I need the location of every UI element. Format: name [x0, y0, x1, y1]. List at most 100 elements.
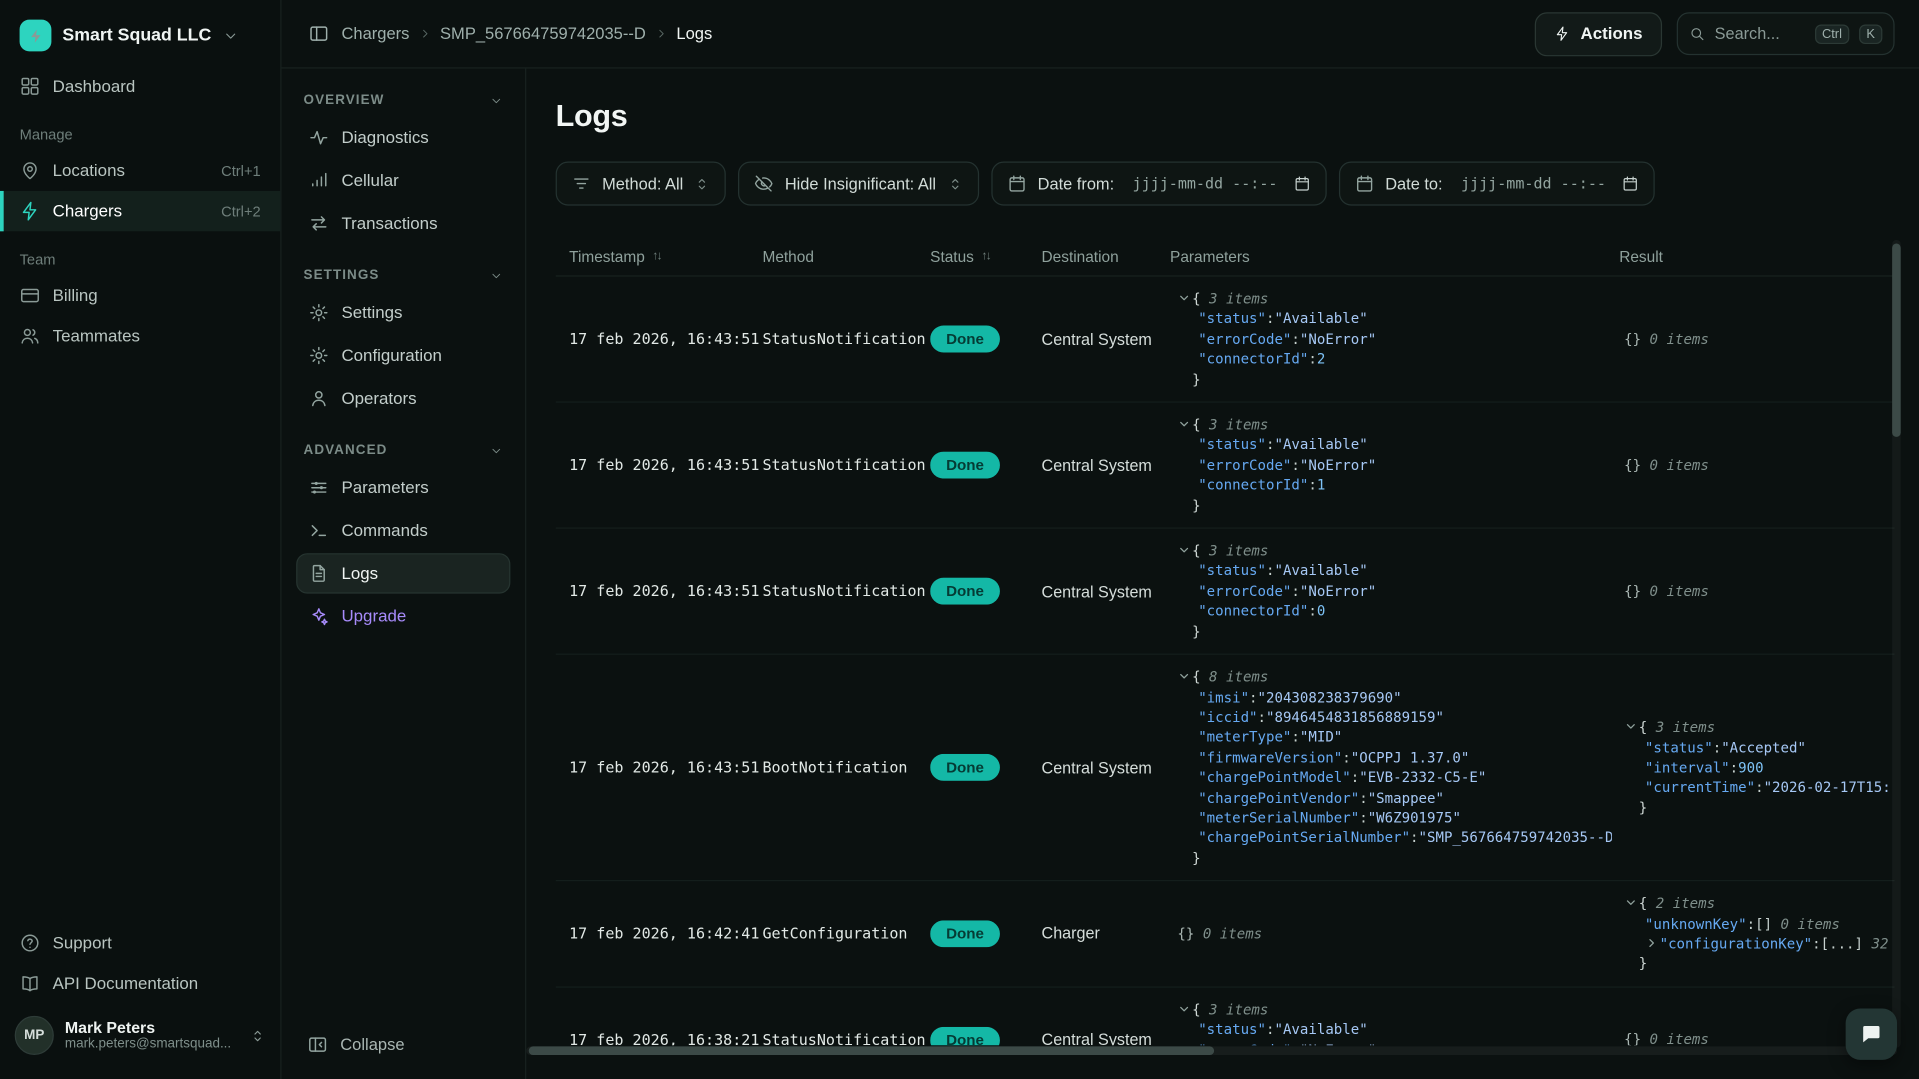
collapse-sidebar-button[interactable]: Collapse [296, 1024, 510, 1064]
chat-launcher-button[interactable] [1846, 1008, 1897, 1059]
json-empty: {} 0 items [1624, 329, 1890, 349]
log-row[interactable]: 17 feb 2026, 16:43:51StatusNotificationD… [556, 529, 1895, 655]
sidebar-item-configuration[interactable]: Configuration [296, 335, 510, 375]
sidebar-item-settings[interactable]: Settings [296, 293, 510, 333]
kbd-k: K [1859, 24, 1882, 44]
sidebar-item-parameters[interactable]: Parameters [296, 468, 510, 508]
method-filter[interactable]: Method: All [556, 162, 726, 206]
actions-button[interactable]: Actions [1535, 12, 1662, 56]
signal-icon [308, 170, 329, 191]
column-label: Parameters [1170, 248, 1250, 265]
collapse-caret-icon[interactable] [1177, 291, 1190, 304]
sidebar-footer: Support API Documentation MP Mark Peters… [0, 923, 280, 1079]
json-tree: { 8 items"imsi":"204308238379690""iccid"… [1177, 667, 1611, 868]
horizontal-scrollbar [526, 1046, 1897, 1055]
calendar-picker-icon[interactable] [1622, 175, 1639, 192]
log-row[interactable]: 17 feb 2026, 16:43:51StatusNotificationD… [556, 403, 1895, 529]
charger-bolt-icon [20, 201, 41, 222]
collapse-caret-icon[interactable] [1177, 670, 1190, 683]
breadcrumb-charger-id[interactable]: SMP_567664759742035--D [440, 24, 646, 42]
section-header-overview[interactable]: OVERVIEW [296, 88, 510, 117]
sort-icon[interactable]: ↑↓ [981, 250, 990, 263]
log-result: { 3 items"status":"Accepted""interval":9… [1619, 705, 1894, 830]
section-label: OVERVIEW [304, 93, 385, 108]
eye-off-icon [754, 174, 774, 194]
sidebar-item-chargers[interactable]: Chargers Ctrl+2 [0, 191, 280, 231]
log-timestamp: 17 feb 2026, 16:43:51 [569, 759, 762, 776]
log-row[interactable]: 17 feb 2026, 16:38:21StatusNotificationD… [556, 987, 1895, 1045]
sidebar-item-diagnostics[interactable]: Diagnostics [296, 117, 510, 157]
section-header-advanced[interactable]: ADVANCED [296, 438, 510, 467]
section-header-settings[interactable]: SETTINGS [296, 263, 510, 292]
app-root: Smart Squad LLC Dashboard Manage Locatio… [0, 0, 1919, 1079]
search-input[interactable] [1715, 24, 1805, 42]
log-parameters: {} 0 items [1170, 912, 1619, 957]
log-method: StatusNotification [762, 583, 930, 600]
date-from-input[interactable]: jjjj-mm-dd --:-- [1133, 175, 1278, 192]
search-box[interactable]: Ctrl K [1677, 12, 1895, 55]
configuration-gear-icon [308, 345, 329, 366]
calendar-picker-icon[interactable] [1293, 175, 1310, 192]
log-method: StatusNotification [762, 330, 930, 347]
expand-caret-icon[interactable] [1645, 936, 1658, 949]
date-to-filter[interactable]: Date to: jjjj-mm-dd --:-- [1339, 162, 1655, 206]
panel-toggle-icon [308, 23, 329, 44]
hide-insignificant-label: Hide Insignificant: All [785, 174, 936, 192]
log-timestamp: 17 feb 2026, 16:43:51 [569, 457, 762, 474]
date-from-filter[interactable]: Date from: jjjj-mm-dd --:-- [991, 162, 1326, 206]
method-filter-label: Method: All [602, 174, 683, 192]
sort-icon[interactable]: ↑↓ [652, 250, 661, 263]
hide-insignificant-filter[interactable]: Hide Insignificant: All [738, 162, 979, 206]
log-row[interactable]: 17 feb 2026, 16:42:41GetConfigurationDon… [556, 881, 1895, 987]
breadcrumb: Chargers SMP_567664759742035--D Logs [341, 24, 712, 42]
date-to-input[interactable]: jjjj-mm-dd --:-- [1461, 175, 1606, 192]
sidebar-item-label: Cellular [341, 171, 398, 189]
collapse-caret-icon[interactable] [1624, 896, 1637, 909]
user-menu[interactable]: MP Mark Peters mark.peters@smartsquad... [0, 1004, 280, 1070]
org-switcher[interactable]: Smart Squad LLC [0, 7, 280, 66]
kbd-ctrl: Ctrl [1815, 24, 1850, 44]
user-meta: Mark Peters mark.peters@smartsquad... [65, 1018, 231, 1053]
sidebar-toggle-button[interactable] [308, 23, 329, 44]
sidebar-item-api-documentation[interactable]: API Documentation [0, 963, 280, 1003]
collapse-caret-icon[interactable] [1177, 1002, 1190, 1015]
col-status[interactable]: Status ↑↓ [930, 248, 1041, 265]
sidebar-item-locations[interactable]: Locations Ctrl+1 [0, 151, 280, 191]
json-tree: { 3 items"status":"Available""errorCode"… [1177, 415, 1611, 515]
sidebar-item-support[interactable]: Support [0, 923, 280, 963]
credit-card-icon [20, 285, 41, 306]
sidebar-item-commands[interactable]: Commands [296, 510, 510, 550]
sidebar-item-teammates[interactable]: Teammates [0, 316, 280, 356]
sidebar-item-transactions[interactable]: Transactions [296, 203, 510, 243]
date-to-label: Date to: [1385, 174, 1442, 192]
sidebar-secondary: OVERVIEW Diagnostics Cellular Transactio… [281, 69, 526, 1079]
log-row[interactable]: 17 feb 2026, 16:43:51BootNotificationDon… [556, 655, 1895, 881]
sidebar-item-dashboard[interactable]: Dashboard [0, 66, 280, 106]
log-result: {} 0 items [1619, 317, 1894, 362]
log-parameters: { 3 items"status":"Available""errorCode"… [1170, 277, 1619, 402]
status-badge: Done [930, 452, 1000, 479]
log-status-cell: Done [930, 754, 1041, 781]
chevron-right-icon [418, 27, 431, 40]
calendar-icon [1355, 174, 1375, 194]
col-timestamp[interactable]: Timestamp ↑↓ [569, 248, 762, 265]
breadcrumb-chargers[interactable]: Chargers [341, 24, 409, 42]
sidebar-item-label: Commands [341, 521, 427, 539]
collapse-caret-icon[interactable] [1624, 720, 1637, 733]
sidebar-item-billing[interactable]: Billing [0, 275, 280, 315]
json-tree: { 2 items"unknownKey":[] 0 items"configu… [1624, 894, 1890, 974]
vertical-scrollbar-thumb[interactable] [1892, 244, 1901, 437]
collapse-caret-icon[interactable] [1177, 417, 1190, 430]
sidebar-item-logs[interactable]: Logs [296, 553, 510, 593]
log-row[interactable]: 17 feb 2026, 16:43:51StatusNotificationD… [556, 277, 1895, 403]
sidebar-item-cellular[interactable]: Cellular [296, 160, 510, 200]
horizontal-scrollbar-thumb[interactable] [529, 1046, 1214, 1055]
shortcut-hint: Ctrl+1 [221, 162, 261, 179]
sidebar-item-operators[interactable]: Operators [296, 378, 510, 418]
log-destination: Central System [1042, 456, 1171, 474]
collapse-caret-icon[interactable] [1177, 543, 1190, 556]
log-destination: Central System [1042, 582, 1171, 600]
sidebar-item-upgrade[interactable]: Upgrade [296, 596, 510, 636]
column-label: Status [930, 248, 974, 265]
section-advanced: ADVANCED Parameters Commands Logs [296, 438, 510, 639]
